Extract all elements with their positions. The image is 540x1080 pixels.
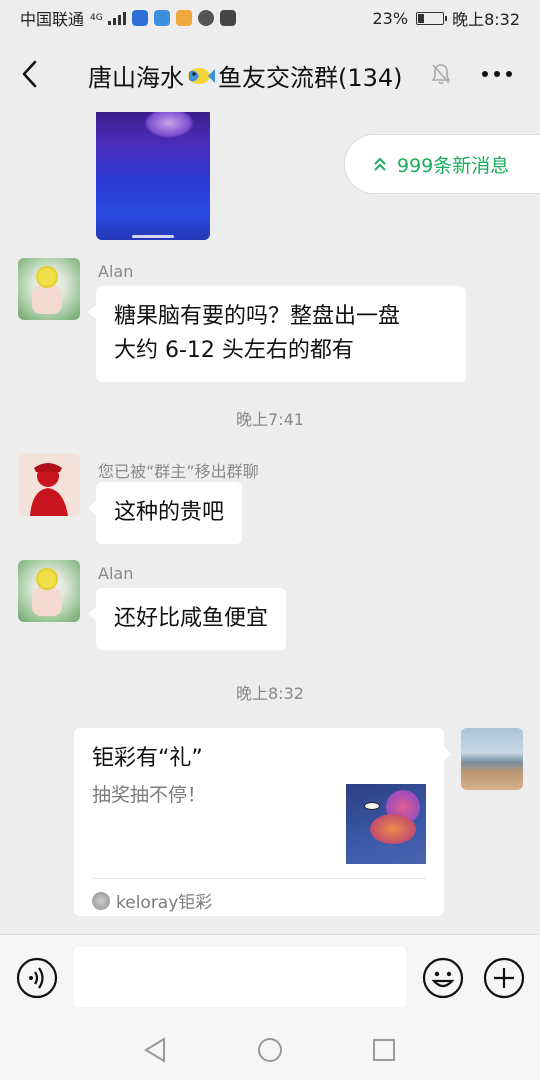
message-timestamp: 晚上8:32 bbox=[236, 684, 304, 703]
message-timestamp: 晚上7:41 bbox=[236, 410, 304, 429]
back-button[interactable] bbox=[0, 36, 60, 112]
mute-notifications-icon bbox=[430, 62, 452, 90]
status-left: 中国联通 4G bbox=[20, 6, 237, 30]
chat-message-list[interactable]: 999条新消息 Alan 糖果脑有要的吗？整盘出一盘 大约 6-12 头左右的都… bbox=[0, 112, 540, 934]
emoji-button[interactable] bbox=[422, 957, 464, 999]
carrier-label: 中国联通 bbox=[20, 10, 85, 29]
card-thumbnail-image bbox=[346, 784, 426, 864]
signal-icon bbox=[108, 11, 127, 25]
battery-percent: 23% bbox=[372, 8, 409, 28]
smiley-icon bbox=[422, 957, 464, 999]
orange-app-icon bbox=[176, 10, 193, 26]
link-card-message[interactable]: 钜彩有“礼” 抽奖抽不停！ keloray钜彩 bbox=[74, 728, 452, 916]
browser-app-icon bbox=[198, 10, 215, 26]
voice-input-button[interactable] bbox=[16, 957, 58, 999]
chevron-left-icon bbox=[22, 60, 37, 88]
card-source: keloray钜彩 bbox=[92, 888, 212, 913]
message-bubble[interactable]: 糖果脑有要的吗？整盘出一盘 大约 6-12 头左右的都有 bbox=[88, 286, 466, 382]
avatar-lemon-shape bbox=[36, 266, 58, 288]
more-options-button[interactable] bbox=[470, 56, 524, 92]
chat-title-part2: 鱼友交流群(134) bbox=[218, 64, 403, 92]
avatar[interactable] bbox=[18, 454, 80, 516]
fish-emoji-icon bbox=[188, 67, 215, 84]
video-thumbnail-highlight bbox=[144, 112, 194, 138]
card-divider bbox=[92, 878, 426, 879]
coral-shape bbox=[370, 814, 416, 844]
source-app-icon bbox=[92, 891, 110, 910]
triangle-back-icon bbox=[144, 1037, 165, 1063]
new-messages-button[interactable]: 999条新消息 bbox=[344, 134, 540, 194]
more-features-button[interactable] bbox=[483, 957, 525, 999]
sender-name: Alan bbox=[98, 564, 134, 583]
clock: 晚上8:32 bbox=[452, 10, 520, 29]
video-message-thumbnail[interactable] bbox=[96, 112, 210, 240]
sender-name: 您已被“群主”移出群聊 bbox=[98, 462, 259, 481]
sender-name: Alan bbox=[98, 262, 134, 281]
system-recents-button[interactable] bbox=[370, 1036, 398, 1064]
new-messages-label: 999条新消息 bbox=[397, 154, 510, 177]
square-recents-icon bbox=[373, 1039, 395, 1061]
cloud-app-icon bbox=[154, 10, 171, 26]
avatar-red-figure bbox=[30, 463, 68, 516]
double-chevron-up-icon bbox=[374, 157, 386, 171]
card-source-label: keloray钜彩 bbox=[116, 893, 213, 913]
message-text: 这种的贵吧 bbox=[114, 500, 225, 525]
app-notification-icon bbox=[132, 10, 149, 26]
plus-icon bbox=[483, 957, 525, 999]
network-type-label: 4G bbox=[90, 12, 103, 23]
message-bubble[interactable]: 还好比咸鱼便宜 bbox=[87, 588, 287, 650]
voice-icon bbox=[16, 957, 58, 999]
circle-home-icon bbox=[258, 1038, 282, 1062]
message-input-bar bbox=[0, 934, 540, 1020]
avatar[interactable] bbox=[18, 560, 80, 622]
avatar[interactable] bbox=[18, 258, 80, 320]
more-dots-icon bbox=[482, 71, 512, 77]
chat-header: 唐山海水 鱼友交流群(134) bbox=[0, 36, 540, 112]
message-text-line: 糖果脑有要的吗？整盘出一盘 bbox=[114, 304, 401, 329]
avatar-hand-shape bbox=[32, 586, 62, 616]
system-back-button[interactable] bbox=[142, 1036, 170, 1064]
chat-title: 唐山海水 鱼友交流群(134) bbox=[88, 58, 403, 93]
status-right: 23% 晚上8:32 bbox=[373, 6, 521, 30]
status-bar: 中国联通 4G 23% 晚上8:32 bbox=[0, 0, 540, 36]
battery-icon bbox=[416, 11, 448, 25]
system-navigation-bar bbox=[0, 1020, 540, 1080]
message-text: 还好比咸鱼便宜 bbox=[114, 606, 269, 631]
system-home-button[interactable] bbox=[256, 1036, 284, 1064]
video-progress-bar bbox=[132, 235, 174, 238]
avatar-hand-shape bbox=[32, 284, 62, 314]
message-text-line: 大约 6-12 头左右的都有 bbox=[114, 338, 354, 363]
avatar-lemon-shape bbox=[36, 568, 58, 590]
message-app-icon bbox=[220, 10, 237, 26]
message-bubble[interactable]: 这种的贵吧 bbox=[87, 482, 243, 544]
my-avatar[interactable] bbox=[461, 728, 523, 790]
fish-shape bbox=[364, 802, 380, 810]
card-title: 钜彩有“礼” bbox=[92, 746, 203, 771]
message-text-input[interactable] bbox=[74, 947, 406, 1007]
chat-title-part1: 唐山海水 bbox=[88, 64, 184, 92]
card-description: 抽奖抽不停！ bbox=[92, 784, 207, 806]
